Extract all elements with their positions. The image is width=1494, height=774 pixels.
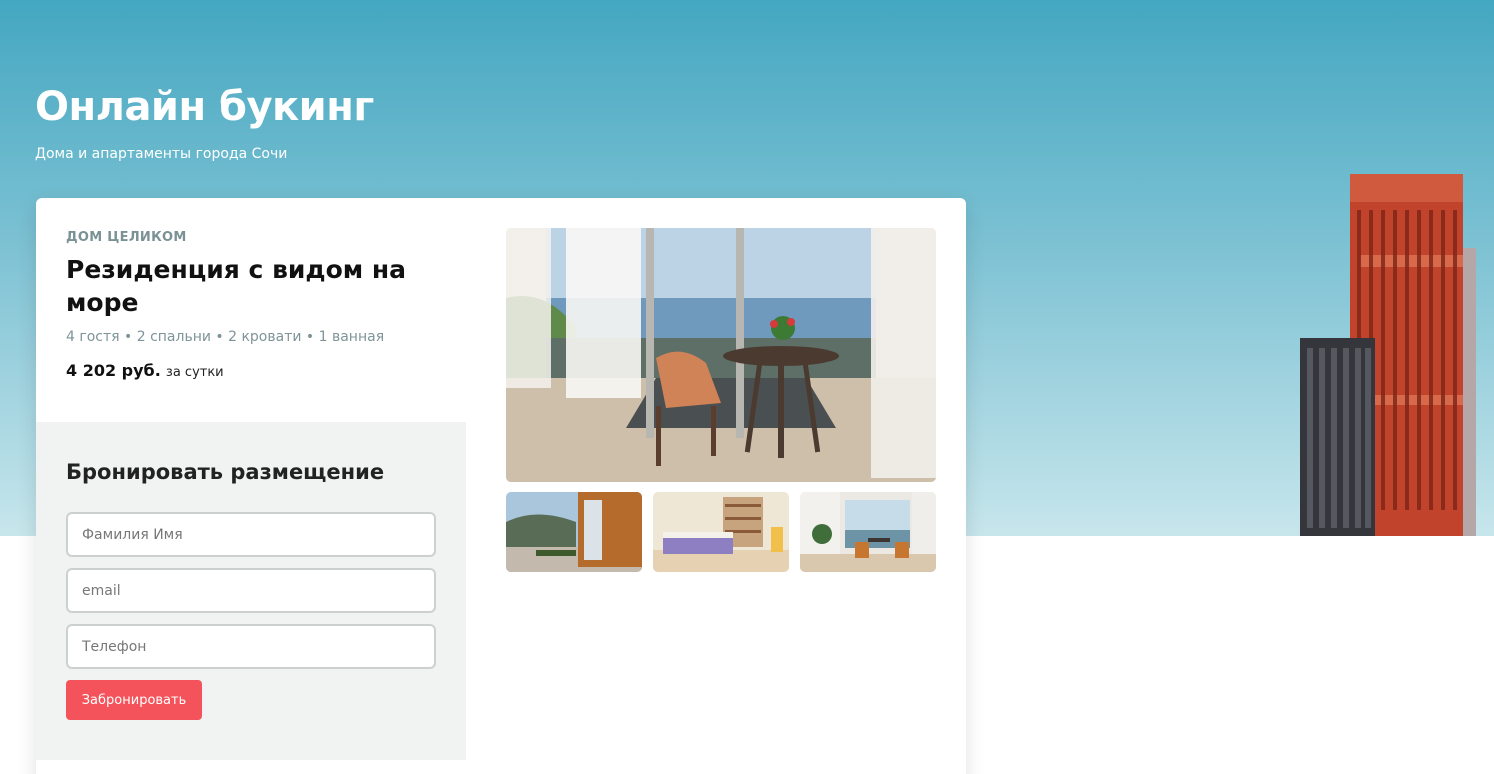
page-title: Онлайн букинг — [35, 84, 374, 130]
price-unit: за сутки — [165, 365, 224, 380]
exterior-photo-image — [506, 492, 642, 572]
phone-input[interactable] — [66, 624, 436, 669]
page-subtitle: Дома и апартаменты города Сочи — [35, 146, 288, 162]
listing-card: ДОМ ЦЕЛИКОМ Резиденция с видом на море 4… — [36, 198, 966, 774]
main-photo[interactable] — [506, 228, 936, 482]
price-value: 4 202 руб. — [66, 361, 161, 380]
book-button[interactable]: Забронировать — [66, 680, 202, 720]
email-input[interactable] — [66, 568, 436, 613]
listing-info: ДОМ ЦЕЛИКОМ Резиденция с видом на море 4… — [66, 230, 446, 380]
name-input[interactable] — [66, 512, 436, 557]
thumbnail-bedroom[interactable] — [653, 492, 789, 572]
thumbnail-exterior[interactable] — [506, 492, 642, 572]
balcony-photo-image — [800, 492, 936, 572]
booking-title: Бронировать размещение — [66, 460, 385, 484]
listing-price: 4 202 руб. за сутки — [66, 361, 446, 380]
bedroom-photo-image — [653, 492, 789, 572]
listing-type: ДОМ ЦЕЛИКОМ — [66, 230, 187, 245]
thumbnail-balcony[interactable] — [800, 492, 936, 572]
listing-meta: 4 гостя • 2 спальни • 2 кровати • 1 ванн… — [66, 329, 385, 345]
room-photo-image — [506, 228, 936, 482]
booking-form: Бронировать размещение Забронировать — [36, 422, 466, 760]
listing-title: Резиденция с видом на море — [66, 255, 407, 317]
tower-illustration — [1300, 174, 1476, 536]
